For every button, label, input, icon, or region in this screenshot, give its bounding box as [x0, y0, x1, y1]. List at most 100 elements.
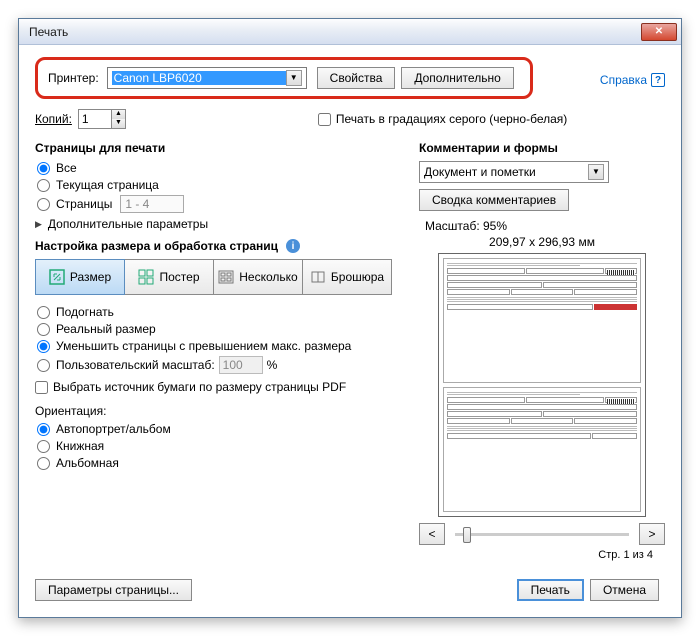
preview-page-top	[443, 258, 641, 383]
orient-landscape-row: Альбомная	[35, 456, 405, 470]
pages-current-radio[interactable]	[37, 179, 50, 192]
custom-scale-radio[interactable]	[37, 359, 50, 372]
fit-radio[interactable]	[37, 306, 50, 319]
orient-auto-label: Автопортрет/альбом	[56, 422, 171, 436]
help-link-text: Справка	[600, 73, 647, 87]
pages-more-label: Дополнительные параметры	[48, 217, 208, 231]
prev-page-button[interactable]: <	[419, 523, 445, 545]
multiple-tab-label: Несколько	[239, 270, 297, 284]
chevron-down-icon: ▼	[588, 164, 604, 180]
summarize-comments-button[interactable]: Сводка комментариев	[419, 189, 569, 211]
orient-portrait-label: Книжная	[56, 439, 104, 453]
main-columns: Страницы для печати Все Текущая страница…	[35, 137, 665, 561]
custom-scale-input[interactable]	[219, 356, 263, 374]
booklet-tab-label: Брошюра	[331, 270, 384, 284]
comments-selected: Документ и пометки	[424, 165, 588, 179]
close-button[interactable]: ✕	[641, 23, 677, 41]
pages-title: Страницы для печати	[35, 141, 405, 155]
booklet-tab[interactable]: Брошюра	[302, 259, 392, 295]
shrink-row: Уменьшить страницы с превышением макс. р…	[35, 339, 405, 353]
orient-portrait-row: Книжная	[35, 439, 405, 453]
cancel-button[interactable]: Отмена	[590, 579, 659, 601]
preview-nav: < >	[419, 523, 665, 545]
left-column: Страницы для печати Все Текущая страница…	[35, 137, 405, 561]
paper-source-label: Выбрать источник бумаги по размеру стран…	[53, 380, 346, 394]
actual-label: Реальный размер	[56, 322, 156, 336]
paper-source-row: Выбрать источник бумаги по размеру стран…	[35, 380, 405, 394]
pages-range-radio[interactable]	[37, 198, 50, 211]
comments-title: Комментарии и формы	[419, 141, 665, 155]
help-icon: ?	[651, 73, 665, 87]
print-dialog: Печать ✕ Принтер: Canon LBP6020 ▼ Свойст…	[18, 18, 682, 618]
sizing-title: Настройка размера и обработка страниц	[35, 239, 278, 253]
paper-size-text: 209,97 x 296,93 мм	[419, 235, 665, 249]
fit-label: Подогнать	[56, 305, 114, 319]
spinner-down[interactable]: ▼	[112, 119, 125, 128]
copies-row: Копий: ▲ ▼ Печать в градациях серого (че…	[35, 109, 665, 129]
copies-spinner[interactable]: ▲ ▼	[78, 109, 126, 129]
printer-highlight: Принтер: Canon LBP6020 ▼ Свойства Дополн…	[35, 57, 533, 99]
printer-select[interactable]: Canon LBP6020 ▼	[107, 67, 307, 89]
scale-text: Масштаб: 95%	[419, 219, 665, 233]
preview-page-bottom	[443, 387, 641, 512]
pages-range-input[interactable]	[120, 195, 184, 213]
chevron-down-icon: ▼	[286, 70, 302, 86]
spinner-up[interactable]: ▲	[112, 110, 125, 119]
custom-scale-label: Пользовательский масштаб:	[56, 358, 215, 372]
booklet-icon	[310, 269, 326, 285]
orient-landscape-label: Альбомная	[56, 456, 119, 470]
copies-label: Копий:	[35, 112, 72, 126]
printer-selected: Canon LBP6020	[112, 71, 286, 85]
size-tab[interactable]: Размер	[35, 259, 125, 295]
pages-more-expander[interactable]: ▶ Дополнительные параметры	[35, 217, 405, 231]
right-column: Комментарии и формы Документ и пометки ▼…	[419, 137, 665, 561]
custom-scale-unit: %	[267, 358, 278, 372]
dialog-content: Принтер: Canon LBP6020 ▼ Свойства Дополн…	[19, 45, 681, 617]
footer: Параметры страницы... Печать Отмена	[35, 579, 665, 601]
printer-label: Принтер:	[48, 71, 99, 85]
orientation-label: Ориентация:	[35, 404, 405, 418]
paper-source-checkbox[interactable]	[35, 381, 48, 394]
sizing-toggle-row: Размер Постер Несколько Брошюра	[35, 259, 405, 295]
poster-tab[interactable]: Постер	[124, 259, 214, 295]
page-counter: Стр. 1 из 4	[419, 549, 665, 561]
pages-current-row: Текущая страница	[35, 178, 405, 192]
zoom-slider[interactable]	[451, 533, 633, 536]
triangle-right-icon: ▶	[35, 219, 42, 230]
pages-range-row: Страницы	[35, 195, 405, 213]
preview-frame	[438, 253, 646, 517]
spinner-arrows: ▲ ▼	[111, 110, 125, 128]
actual-row: Реальный размер	[35, 322, 405, 336]
comments-select[interactable]: Документ и пометки ▼	[419, 161, 609, 183]
multiple-tab[interactable]: Несколько	[213, 259, 303, 295]
info-icon[interactable]: i	[286, 239, 300, 253]
advanced-button[interactable]: Дополнительно	[401, 67, 513, 89]
size-icon	[49, 269, 65, 285]
pages-all-label: Все	[56, 161, 77, 175]
next-page-button[interactable]: >	[639, 523, 665, 545]
shrink-label: Уменьшить страницы с превышением макс. р…	[56, 339, 351, 353]
page-setup-button[interactable]: Параметры страницы...	[35, 579, 192, 601]
orient-portrait-radio[interactable]	[37, 440, 50, 453]
printer-row: Принтер: Canon LBP6020 ▼ Свойства Дополн…	[35, 57, 665, 103]
sizing-title-row: Настройка размера и обработка страниц i	[35, 239, 405, 253]
custom-scale-row: Пользовательский масштаб: %	[35, 356, 405, 374]
properties-button[interactable]: Свойства	[317, 67, 396, 89]
orient-landscape-radio[interactable]	[37, 457, 50, 470]
shrink-radio[interactable]	[37, 340, 50, 353]
pages-all-row: Все	[35, 161, 405, 175]
pages-all-radio[interactable]	[37, 162, 50, 175]
print-button[interactable]: Печать	[517, 579, 584, 601]
pages-current-label: Текущая страница	[56, 178, 159, 192]
actual-size-radio[interactable]	[37, 323, 50, 336]
size-tab-label: Размер	[70, 270, 111, 284]
copies-input[interactable]	[79, 110, 111, 128]
slider-thumb[interactable]	[463, 527, 471, 543]
orient-auto-radio[interactable]	[37, 423, 50, 436]
multiple-icon	[218, 269, 234, 285]
poster-tab-label: Постер	[159, 270, 199, 284]
help-link[interactable]: Справка ?	[600, 73, 665, 87]
pages-range-label: Страницы	[56, 197, 112, 211]
grayscale-checkbox[interactable]	[318, 113, 331, 126]
titlebar: Печать ✕	[19, 19, 681, 45]
